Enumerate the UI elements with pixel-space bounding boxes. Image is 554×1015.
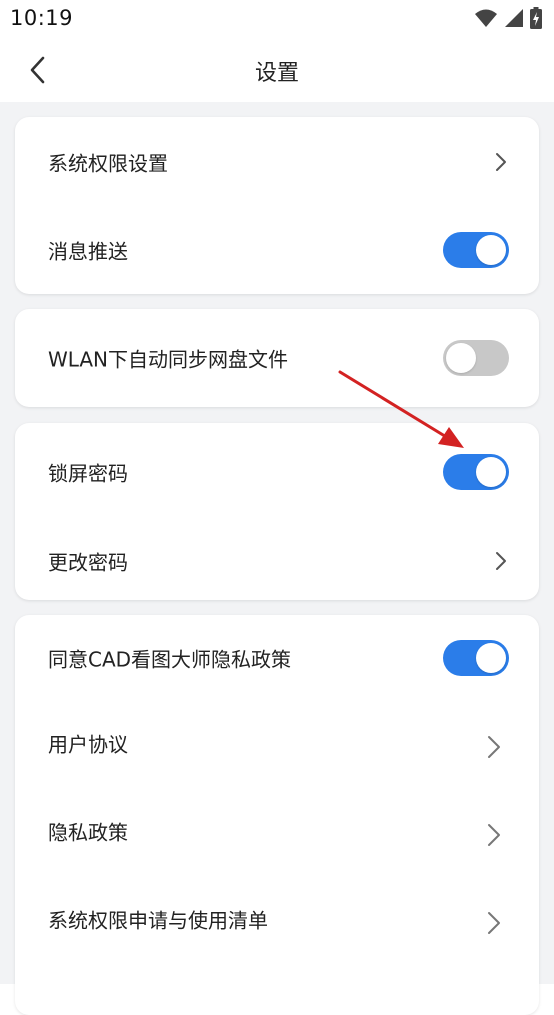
row-change-password[interactable]: 更改密码 (15, 531, 539, 591)
lock-screen-password-toggle[interactable] (443, 454, 509, 490)
toggle-knob (476, 457, 506, 487)
settings-card-legal: 同意CAD看图大师隐私政策 用户协议 隐私政策 系统权限申请与使用清单 (15, 615, 539, 1015)
chevron-right-icon (488, 736, 500, 758)
chevron-right-icon (496, 552, 506, 570)
toggle-knob (476, 643, 506, 673)
status-bar: 10:19 (0, 0, 554, 38)
row-label: 消息推送 (48, 239, 128, 264)
row-permission-list[interactable]: 系统权限申请与使用清单 (15, 889, 539, 949)
toggle-knob (476, 235, 506, 265)
row-privacy-consent: 同意CAD看图大师隐私政策 (15, 628, 539, 688)
chevron-right-icon (488, 824, 500, 846)
settings-content: 系统权限设置 消息推送 WLAN下自动同步网盘文件 锁屏密码 更改密码 同意CA… (0, 102, 554, 1015)
row-privacy-policy[interactable]: 隐私政策 (15, 801, 539, 861)
toggle-knob (446, 343, 476, 373)
row-user-agreement[interactable]: 用户协议 (15, 713, 539, 773)
chevron-right-icon (488, 912, 500, 934)
row-label: 锁屏密码 (48, 461, 128, 486)
row-label: WLAN下自动同步网盘文件 (48, 347, 289, 372)
status-icons (474, 7, 542, 29)
signal-icon (505, 9, 523, 27)
wlan-sync-toggle[interactable] (443, 340, 509, 376)
battery-charging-icon (530, 7, 542, 29)
message-push-toggle[interactable] (443, 232, 509, 268)
wifi-icon (475, 9, 497, 27)
status-time: 10:19 (10, 6, 74, 30)
settings-card-lock-screen: 锁屏密码 更改密码 (15, 423, 539, 600)
chevron-right-icon (496, 153, 506, 171)
row-message-push: 消息推送 (15, 220, 539, 280)
settings-card-wlan-sync: WLAN下自动同步网盘文件 (15, 309, 539, 407)
app-bar: 设置 (0, 38, 554, 102)
row-label: 隐私政策 (48, 820, 128, 845)
privacy-consent-toggle[interactable] (443, 640, 509, 676)
row-system-permissions[interactable]: 系统权限设置 (15, 132, 539, 192)
row-label: 用户协议 (48, 732, 128, 757)
row-label: 更改密码 (48, 550, 128, 575)
row-label: 同意CAD看图大师隐私政策 (48, 647, 292, 672)
row-label: 系统权限申请与使用清单 (48, 908, 268, 933)
row-wlan-sync: WLAN下自动同步网盘文件 (15, 328, 539, 388)
row-lock-screen-password: 锁屏密码 (15, 442, 539, 502)
page-title: 设置 (254, 61, 299, 86)
settings-card-permissions: 系统权限设置 消息推送 (15, 117, 539, 294)
row-label: 系统权限设置 (48, 151, 168, 176)
